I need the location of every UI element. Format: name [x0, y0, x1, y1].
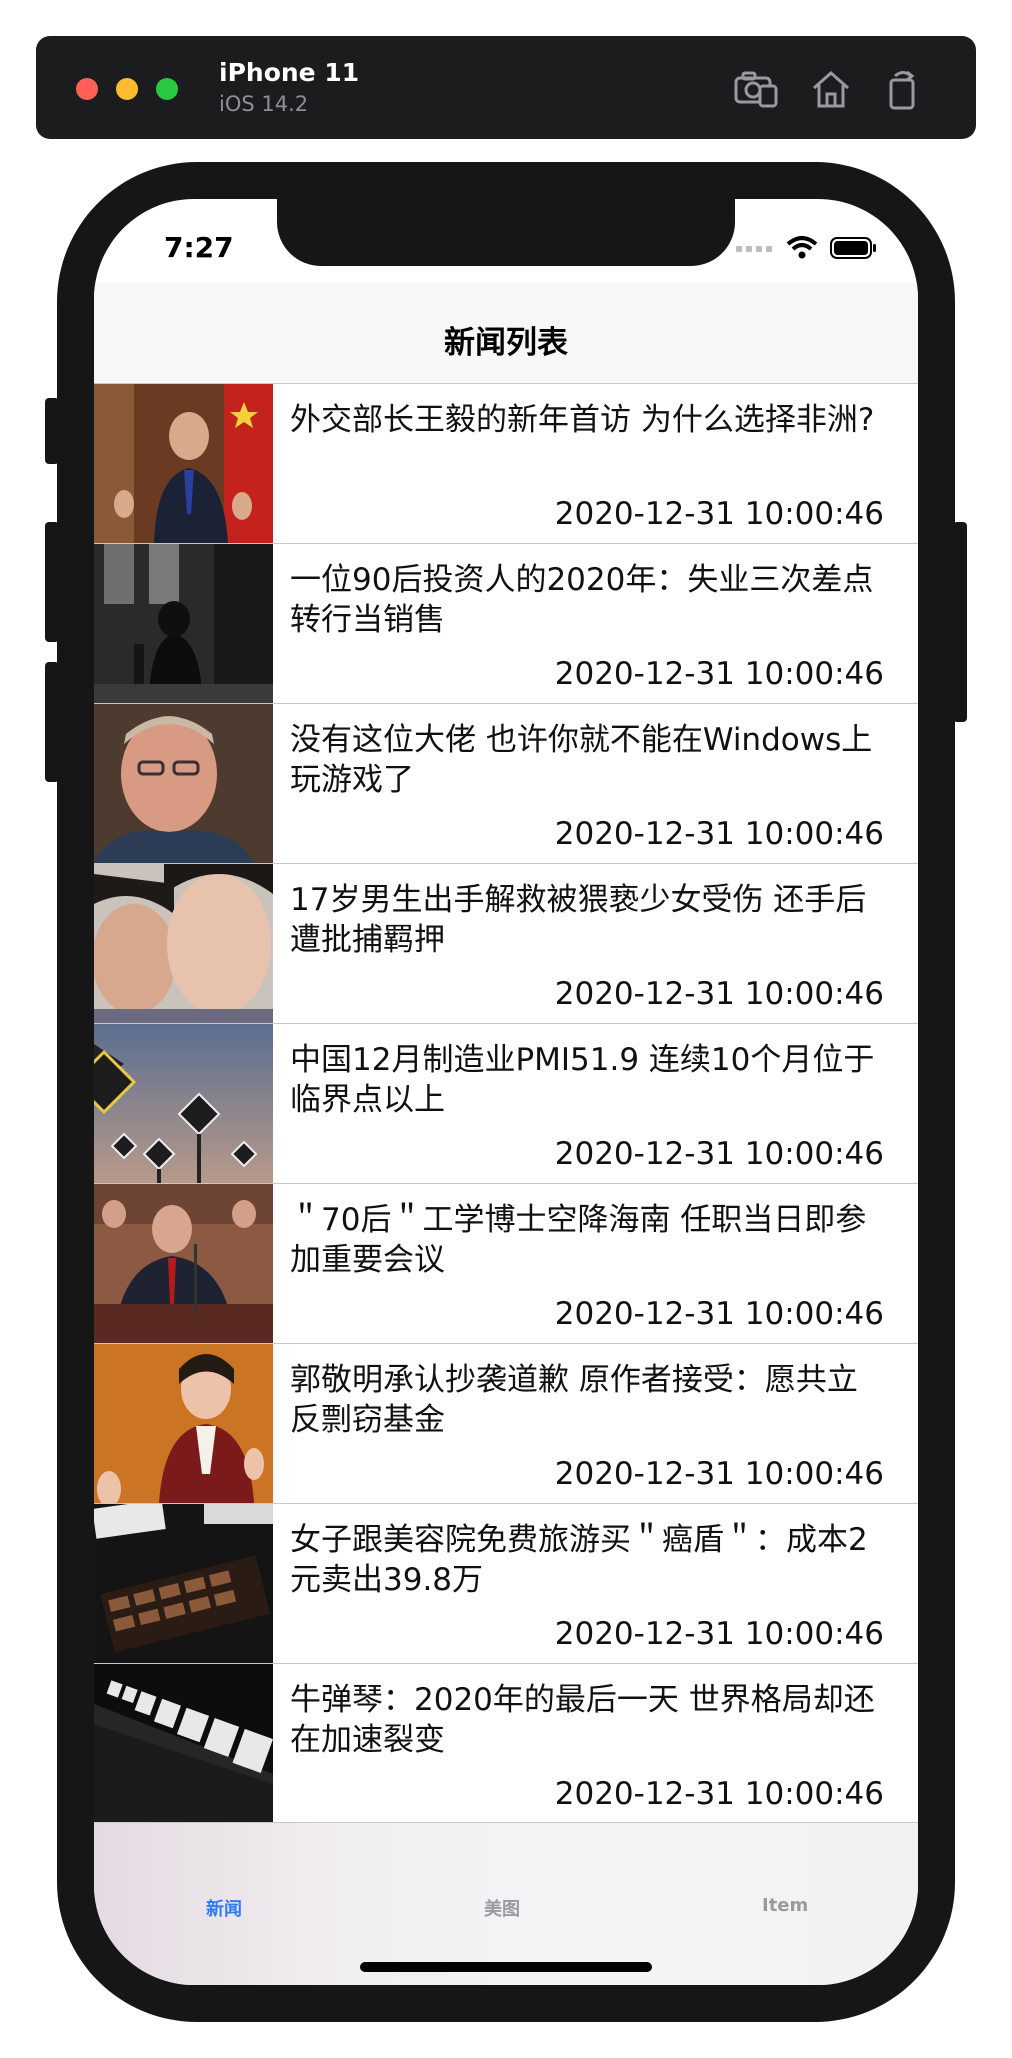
news-title: 郭敬明承认抄袭道歉 原作者接受：愿共立反剽窃基金 — [290, 1362, 858, 1438]
simulator-title-bar: iPhone 11 iOS 14.2 — [36, 36, 976, 139]
news-title: 一位90后投资人的2020年：失业三次差点转行当销售 — [290, 562, 874, 638]
close-window-button[interactable] — [76, 78, 98, 100]
signal-icon — [736, 246, 772, 252]
news-time: 2020-12-31 10:00:46 — [554, 1776, 884, 1812]
tab-news[interactable]: 新闻 — [206, 1895, 242, 1921]
news-time: 2020-12-31 10:00:46 — [554, 1456, 884, 1492]
volume-down-button — [45, 662, 59, 782]
page-title: 新闻列表 — [444, 325, 568, 361]
news-time: 2020-12-31 10:00:46 — [554, 656, 884, 692]
news-time: 2020-12-31 10:00:46 — [554, 816, 884, 852]
news-title: 中国12月制造业PMI51.9 连续10个月位于临界点以上 — [290, 1042, 875, 1118]
tab-item[interactable]: Item — [762, 1895, 808, 1916]
minimize-window-button[interactable] — [116, 78, 138, 100]
zoom-window-button[interactable] — [156, 78, 178, 100]
news-time: 2020-12-31 10:00:46 — [554, 976, 884, 1012]
news-list[interactable]: 外交部长王毅的新年首访 为什么选择非洲? 2020-12-31 10:00:46… — [94, 384, 918, 1824]
news-item[interactable]: 女子跟美容院免费旅游买＂癌盾＂：成本2元卖出39.8万 2020-12-31 1… — [94, 1504, 918, 1664]
notch — [277, 199, 735, 266]
news-thumbnail — [94, 1504, 273, 1663]
news-time: 2020-12-31 10:00:46 — [554, 1616, 884, 1652]
news-thumbnail — [94, 544, 273, 703]
news-title: ＂70后＂工学博士空降海南 任职当日即参加重要会议 — [290, 1202, 867, 1278]
news-item[interactable]: 没有这位大佬 也许你就不能在Windows上玩游戏了 2020-12-31 10… — [94, 704, 918, 864]
device-name: iPhone 11 — [219, 58, 360, 87]
tab-bar: 新闻 美图 Item — [94, 1822, 918, 1985]
news-thumbnail — [94, 1024, 273, 1183]
phone-screen: 7:27 新闻列表 外交部长王毅的新年首访 为什么选择非洲? 2020-12-3… — [94, 199, 918, 1985]
news-thumbnail — [94, 1664, 273, 1823]
mute-switch — [45, 398, 59, 464]
news-time: 2020-12-31 10:00:46 — [554, 496, 884, 532]
news-item[interactable]: 17岁男生出手解救被猥亵少女受伤 还手后遭批捕羁押 2020-12-31 10:… — [94, 864, 918, 1024]
tab-pictures[interactable]: 美图 — [484, 1895, 520, 1921]
news-time: 2020-12-31 10:00:46 — [554, 1296, 884, 1332]
news-title: 女子跟美容院免费旅游买＂癌盾＂：成本2元卖出39.8万 — [290, 1522, 868, 1598]
news-thumbnail — [94, 1184, 273, 1343]
news-item[interactable]: 中国12月制造业PMI51.9 连续10个月位于临界点以上 2020-12-31… — [94, 1024, 918, 1184]
wifi-icon — [786, 236, 818, 259]
news-thumbnail — [94, 704, 273, 863]
os-version: iOS 14.2 — [219, 92, 309, 116]
news-item[interactable]: 外交部长王毅的新年首访 为什么选择非洲? 2020-12-31 10:00:46 — [94, 384, 918, 544]
news-title: 没有这位大佬 也许你就不能在Windows上玩游戏了 — [290, 722, 873, 798]
navigation-bar: 新闻列表 — [94, 283, 918, 384]
news-item[interactable]: 一位90后投资人的2020年：失业三次差点转行当销售 2020-12-31 10… — [94, 544, 918, 704]
battery-icon — [830, 237, 876, 259]
news-title: 17岁男生出手解救被猥亵少女受伤 还手后遭批捕羁押 — [290, 882, 867, 958]
news-title: 牛弹琴：2020年的最后一天 世界格局却还在加速裂变 — [290, 1682, 875, 1758]
home-indicator[interactable] — [360, 1962, 652, 1972]
news-time: 2020-12-31 10:00:46 — [554, 1136, 884, 1172]
news-item[interactable]: ＂70后＂工学博士空降海南 任职当日即参加重要会议 2020-12-31 10:… — [94, 1184, 918, 1344]
news-item[interactable]: 郭敬明承认抄袭道歉 原作者接受：愿共立反剽窃基金 2020-12-31 10:0… — [94, 1344, 918, 1504]
home-icon[interactable] — [808, 66, 854, 112]
screenshot-icon[interactable] — [733, 66, 779, 112]
news-thumbnail — [94, 384, 273, 543]
news-thumbnail — [94, 1344, 273, 1503]
power-button — [953, 522, 967, 722]
volume-up-button — [45, 522, 59, 642]
rotate-icon[interactable] — [881, 66, 927, 112]
status-icons — [736, 235, 878, 261]
news-thumbnail — [94, 864, 273, 1023]
status-time: 7:27 — [164, 231, 234, 264]
news-title: 外交部长王毅的新年首访 为什么选择非洲? — [290, 402, 875, 438]
news-item[interactable]: 牛弹琴：2020年的最后一天 世界格局却还在加速裂变 2020-12-31 10… — [94, 1664, 918, 1824]
